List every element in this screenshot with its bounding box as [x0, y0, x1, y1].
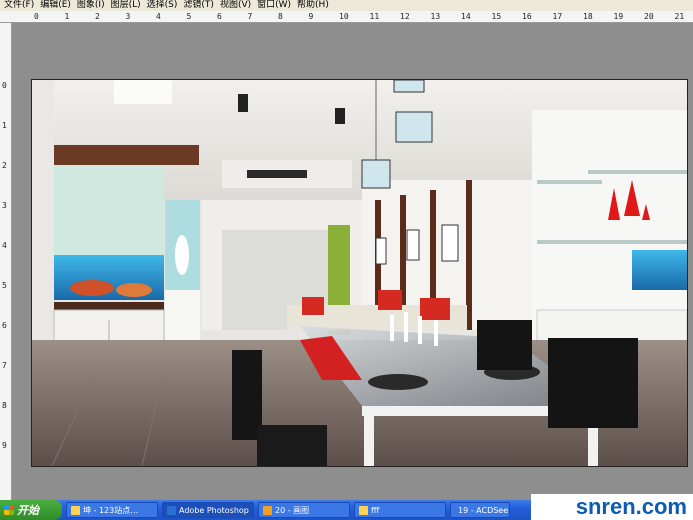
ruler-h-label: 0 [34, 12, 39, 21]
vertical-ruler[interactable]: 0 1 2 3 4 5 6 7 8 9 [0, 23, 12, 500]
horizontal-ruler[interactable]: 0 1 2 3 4 5 6 7 8 9 10 11 12 13 14 15 16 17 18 19 20 21 [0, 11, 693, 23]
ruler-v-label: 3 [2, 201, 7, 210]
menu-select[interactable]: 选择(S) [147, 0, 184, 11]
ruler-h-label: 19 [613, 12, 624, 21]
ruler-v-label: 9 [2, 441, 7, 450]
ruler-h-label: 10 [339, 12, 349, 21]
ruler-h-label: 3 [125, 12, 131, 21]
ruler-h-label: 20 [644, 12, 654, 21]
ruler-h-label: 21 [674, 12, 685, 21]
ruler-h-label: 17 [552, 12, 563, 21]
ruler-h-label: 18 [583, 12, 593, 21]
taskbar-item-acdsee[interactable]: 19 - ACDSee [450, 502, 510, 518]
ruler-h-label: 5 [186, 12, 192, 21]
ruler-v-label: 7 [2, 361, 7, 370]
ruler-h-label: 6 [217, 12, 222, 21]
ruler-h-label: 8 [278, 12, 283, 21]
menu-image[interactable]: 图象(I) [77, 0, 111, 11]
menu-view[interactable]: 视图(V) [220, 0, 257, 11]
ruler-h-label: 4 [156, 12, 161, 21]
menu-file[interactable]: 文件(F) [4, 0, 40, 11]
menu-filter[interactable]: 滤镜(T) [183, 0, 220, 11]
ruler-v-label: 0 [2, 81, 7, 90]
menu-help[interactable]: 帮助(H) [297, 0, 335, 11]
taskbar-item-fff[interactable]: fff [354, 502, 446, 518]
ruler-h-label: 13 [430, 12, 441, 21]
watermark-logo: snren.com [531, 494, 693, 520]
taskbar-item-label: 20 - 画图 [275, 505, 310, 515]
start-label: 开始 [17, 504, 39, 517]
menu-bar: 文件(F) 编辑(E) 图象(I) 图层(L) 选择(S) 滤镜(T) 视图(V… [0, 0, 693, 11]
ruler-v-label: 4 [2, 241, 7, 250]
ruler-v-label: 8 [2, 401, 7, 410]
menu-edit[interactable]: 编辑(E) [40, 0, 77, 11]
ruler-h-label: 7 [247, 12, 253, 21]
folder-icon [359, 505, 368, 515]
ruler-v-label: 2 [2, 161, 7, 170]
windows-logo-icon [4, 505, 14, 515]
menu-window[interactable]: 窗口(W) [257, 0, 297, 11]
interior-render-image [32, 80, 687, 466]
ruler-h-label: 12 [400, 12, 410, 21]
paint-icon [263, 505, 272, 515]
document-window[interactable] [31, 79, 688, 467]
folder-icon [71, 505, 80, 515]
ruler-v-label: 6 [2, 321, 7, 330]
photoshop-icon [167, 505, 176, 515]
ruler-h-label: 1 [64, 12, 70, 21]
taskbar-item-123[interactable]: 坤 - 123站点… [66, 502, 158, 518]
taskbar-item-label: fff [371, 505, 380, 515]
ruler-h-label: 2 [95, 12, 100, 21]
ruler-v-label: 5 [2, 281, 7, 290]
taskbar-item-label: 坤 - 123站点… [83, 505, 139, 515]
ruler-v-label: 1 [2, 121, 7, 130]
menu-layer[interactable]: 图层(L) [111, 0, 147, 11]
taskbar-item-label: 19 - ACDSee [458, 505, 509, 515]
ruler-h-label: 9 [308, 12, 314, 21]
taskbar-item-photoshop[interactable]: Adobe Photoshop [162, 502, 254, 518]
ruler-h-label: 14 [461, 12, 471, 21]
ruler-h-label: 16 [522, 12, 532, 21]
ruler-h-label: 11 [369, 12, 380, 21]
start-button[interactable]: 开始 [0, 500, 62, 520]
taskbar-item-label: Adobe Photoshop [179, 505, 249, 515]
ruler-h-label: 15 [491, 12, 502, 21]
taskbar-item-paint[interactable]: 20 - 画图 [258, 502, 350, 518]
